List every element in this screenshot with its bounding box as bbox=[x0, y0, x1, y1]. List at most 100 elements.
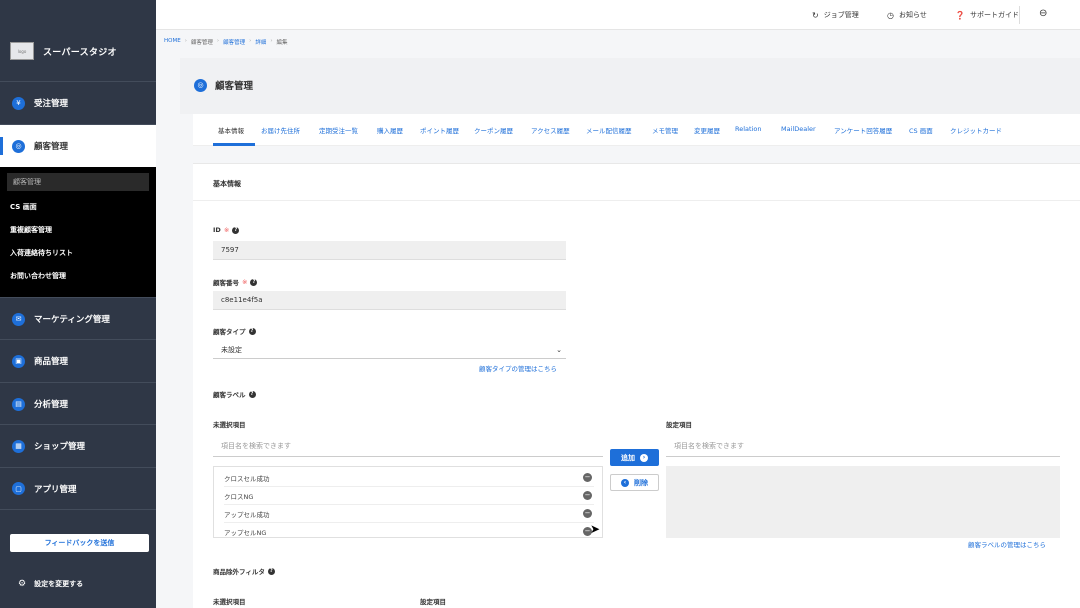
nav-label: 商品管理 bbox=[34, 357, 69, 367]
customer-type-manage-link[interactable]: 顧客タイプの管理はこちら bbox=[479, 363, 557, 373]
breadcrumb-current: 編集 bbox=[276, 40, 288, 46]
gear-icon: ⚙ bbox=[18, 579, 27, 589]
tab-basic-info[interactable]: 基本情報 bbox=[218, 125, 244, 135]
id-label-text: ID bbox=[213, 226, 221, 234]
brand[interactable]: logo スーパースタジオ bbox=[10, 42, 117, 60]
support-guide-link[interactable]: ❓ サポートガイド bbox=[955, 10, 1019, 20]
tab-purchase-history[interactable]: 購入履歴 bbox=[377, 125, 403, 135]
help-icon[interactable]: ? bbox=[248, 327, 256, 335]
nav-item-analytics[interactable]: ▤ 分析管理 bbox=[0, 382, 156, 425]
list-item[interactable]: クロスNG − bbox=[224, 487, 594, 505]
feedback-button[interactable]: フィードバックを送信 bbox=[10, 534, 149, 552]
cart-icon: ¥ bbox=[12, 96, 25, 110]
list-item-label: クロスセル成功 bbox=[224, 474, 270, 483]
customer-no-label: 顧客番号 ※ ? bbox=[213, 277, 258, 287]
job-management-link[interactable]: ↻ ジョブ管理 bbox=[812, 10, 859, 20]
list-item-label: アップセルNG bbox=[224, 528, 267, 537]
unselected-label: 未選択項目 bbox=[213, 421, 246, 429]
tab-survey-history[interactable]: アンケート回答履歴 bbox=[834, 125, 892, 135]
nav-item-products[interactable]: ▣ 商品管理 bbox=[0, 339, 156, 382]
required-mark: ※ bbox=[242, 278, 248, 286]
basic-info-card: 基本情報 bbox=[193, 163, 1080, 608]
unselected-list[interactable]: クロスセル成功 − クロスNG − アップセル成功 − アップセルNG − bbox=[213, 466, 603, 538]
product-filter-label-text: 商品除外フィルタ bbox=[213, 568, 265, 576]
help-icon[interactable]: ? bbox=[267, 567, 275, 575]
tab-credit-card[interactable]: クレジットカード bbox=[950, 125, 1002, 135]
selected-label: 設定項目 bbox=[666, 421, 692, 429]
nav-label: アプリ管理 bbox=[34, 484, 77, 495]
breadcrumb-sep: › bbox=[270, 38, 273, 44]
breadcrumb-detail[interactable]: 詳細 bbox=[255, 38, 266, 46]
chevron-down-icon: ⌄ bbox=[556, 346, 562, 354]
list-item[interactable]: クロスセル成功 − bbox=[224, 469, 594, 487]
customer-no-label-text: 顧客番号 bbox=[213, 279, 239, 287]
customer-label-label: 顧客ラベル ? bbox=[213, 389, 256, 399]
settings-link[interactable]: ⚙ 設定を変更する bbox=[18, 579, 83, 589]
breadcrumb-home[interactable]: HOME bbox=[164, 38, 181, 46]
nav-item-shop[interactable]: ▦ ショップ管理 bbox=[0, 424, 156, 467]
add-button[interactable]: 追加 › bbox=[610, 449, 659, 466]
tab-shipping-address[interactable]: お届け先住所 bbox=[261, 125, 300, 135]
brand-logo: logo bbox=[10, 42, 34, 60]
customer-type-select[interactable]: 未設定 ⌄ bbox=[213, 342, 566, 359]
product-filter-label: 商品除外フィルタ ? bbox=[213, 566, 275, 576]
minus-icon[interactable]: − bbox=[583, 473, 592, 482]
list-item-label: アップセル成功 bbox=[224, 510, 270, 519]
section-title: 基本情報 bbox=[213, 180, 241, 188]
nav-item-apps[interactable]: ▢ アプリ管理 bbox=[0, 467, 156, 510]
history-icon: ↻ bbox=[812, 10, 819, 20]
customer-icon: ◎ bbox=[12, 139, 25, 153]
page-title-text: 顧客管理 bbox=[215, 81, 254, 92]
tab-subscriptions[interactable]: 定期受注一覧 bbox=[319, 125, 358, 135]
topbar-divider bbox=[1019, 6, 1020, 24]
tab-cs-screen[interactable]: CS 画面 bbox=[909, 125, 933, 135]
notice-link[interactable]: ◷ お知らせ bbox=[887, 10, 927, 20]
tab-relation[interactable]: Relation bbox=[735, 125, 761, 133]
selected-list[interactable] bbox=[666, 466, 1060, 538]
minus-icon[interactable]: − bbox=[583, 491, 592, 500]
customer-label-label-text: 顧客ラベル bbox=[213, 391, 246, 399]
minus-icon[interactable]: − bbox=[583, 509, 592, 518]
help-icon[interactable]: ? bbox=[248, 390, 256, 398]
mouse-cursor-icon: ➤ bbox=[590, 522, 601, 536]
customer-type-label: 顧客タイプ ? bbox=[213, 326, 256, 336]
submenu-item-cs[interactable]: CS 画面 bbox=[10, 202, 37, 212]
tab-mail-history[interactable]: メール配信履歴 bbox=[586, 125, 632, 135]
nav-label: 受注管理 bbox=[34, 99, 69, 109]
nav-label: 分析管理 bbox=[34, 400, 69, 410]
shop-icon: ▦ bbox=[12, 439, 25, 453]
required-mark: ※ bbox=[223, 226, 230, 234]
breadcrumb-customers[interactable]: 顧客管理 bbox=[223, 38, 245, 46]
nav-item-orders[interactable]: ¥ 受注管理 bbox=[0, 81, 156, 124]
submenu-item-inquiries[interactable]: お問い合わせ管理 bbox=[10, 271, 66, 281]
list-item[interactable]: アップセル成功 − bbox=[224, 505, 594, 523]
tab-coupon-history[interactable]: クーポン履歴 bbox=[474, 125, 513, 135]
tab-maildealer[interactable]: MailDealer bbox=[781, 125, 816, 133]
tab-memo[interactable]: メモ管理 bbox=[652, 125, 678, 135]
tab-point-history[interactable]: ポイント履歴 bbox=[420, 125, 459, 135]
submenu-item-customers[interactable]: 顧客管理 bbox=[7, 173, 149, 191]
job-label: ジョブ管理 bbox=[823, 11, 859, 19]
tab-access-history[interactable]: アクセス履歴 bbox=[531, 125, 570, 135]
selected-search-input[interactable]: 項目名を検索できます bbox=[666, 436, 1060, 457]
tabs-bar: 基本情報 お届け先住所 定期受注一覧 購入履歴 ポイント履歴 クーポン履歴 アク… bbox=[193, 114, 1080, 146]
list-item[interactable]: アップセルNG − bbox=[224, 523, 594, 537]
breadcrumb-sep: › bbox=[249, 38, 252, 44]
customer-label-manage-link[interactable]: 顧客ラベルの管理はこちら bbox=[968, 539, 1046, 549]
delete-button[interactable]: ‹ 削除 bbox=[610, 474, 659, 491]
unselected-search-input[interactable]: 項目名を検索できます bbox=[213, 436, 603, 457]
filter-selected-label: 設定項目 bbox=[420, 598, 446, 606]
notice-label: お知らせ bbox=[898, 11, 927, 19]
nav-item-customers[interactable]: ◎ 顧客管理 bbox=[0, 124, 156, 167]
clock-icon: ◷ bbox=[887, 10, 894, 20]
submenu-item-duplicates[interactable]: 重複顧客管理 bbox=[10, 225, 52, 235]
user-icon[interactable]: ⊖ bbox=[1039, 8, 1047, 19]
nav-item-marketing[interactable]: ✉ マーケティング管理 bbox=[0, 297, 156, 340]
help-icon[interactable]: ? bbox=[232, 226, 240, 234]
nav-label: マーケティング管理 bbox=[34, 315, 110, 325]
help-icon[interactable]: ? bbox=[250, 278, 258, 286]
customer-type-value: 未設定 bbox=[221, 346, 242, 354]
submenu-item-restock-list[interactable]: 入荷連絡待ちリスト bbox=[10, 248, 73, 258]
tab-change-history[interactable]: 変更履歴 bbox=[694, 125, 720, 135]
topbar: ↻ ジョブ管理 ◷ お知らせ ❓ サポートガイド ⊖ bbox=[156, 0, 1080, 30]
